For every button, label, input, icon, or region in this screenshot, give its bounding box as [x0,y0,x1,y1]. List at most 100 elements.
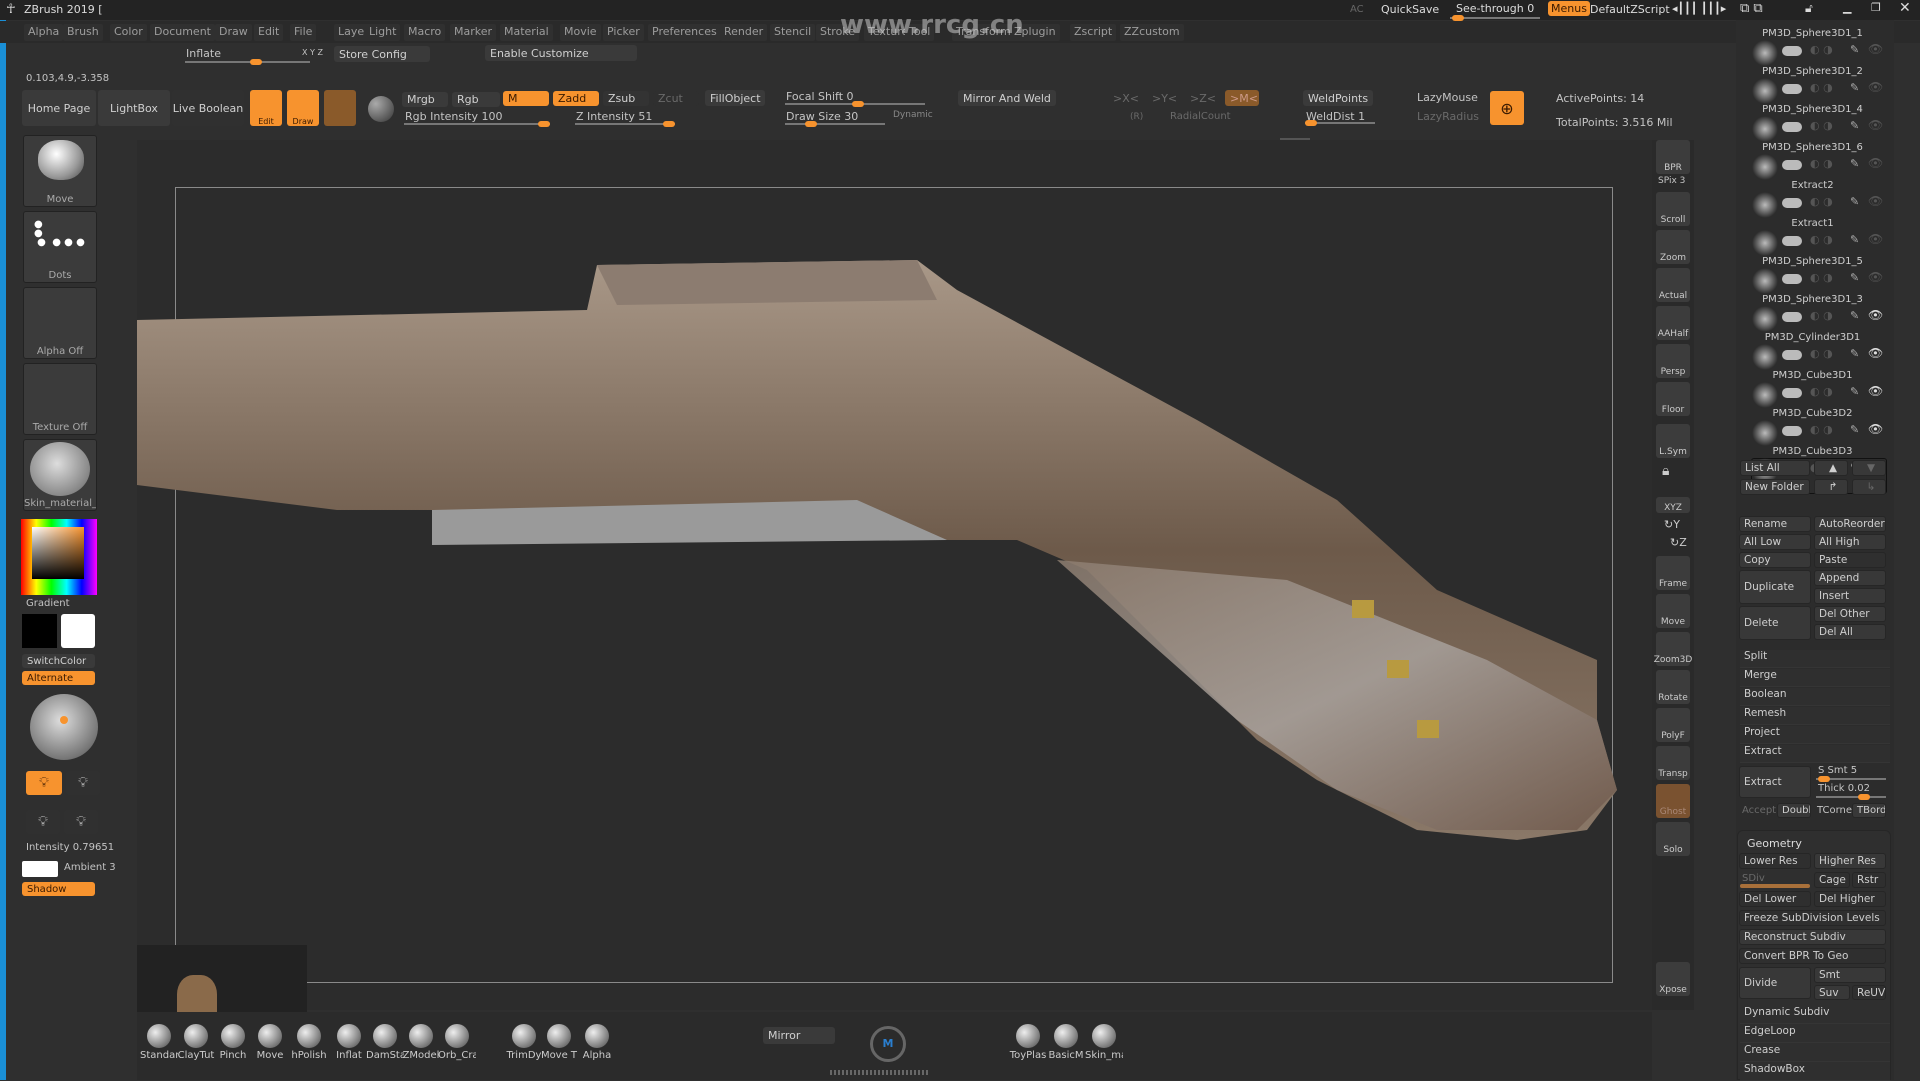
texture-selector[interactable]: Texture Off [23,363,97,435]
brush-selector[interactable]: Move [23,135,97,207]
subtool-polypaint-icon[interactable]: ◐ ◑ [1810,81,1833,94]
split-section[interactable]: Split [1740,650,1890,668]
menu-render[interactable]: Render [720,24,768,41]
cage-button[interactable]: Cage [1814,872,1850,888]
stroke-selector[interactable]: ● ● ● ● ● ● Dots [23,211,97,283]
subtool-brush-icon[interactable]: ✎ [1850,271,1859,284]
boolean-section[interactable]: Boolean [1740,688,1890,706]
main-color-swatch[interactable] [22,614,57,648]
subtool-visibility-toggle[interactable] [1782,426,1802,436]
brush-damsta[interactable]: DamSta [366,1024,404,1061]
delete-button[interactable]: Delete [1739,606,1811,640]
dynamic-toggle[interactable]: Dynamic [893,110,933,120]
menu-file[interactable]: File [290,24,317,41]
subtool-polypaint-icon[interactable]: ◐ ◑ [1810,309,1833,322]
subtool-polypaint-icon[interactable]: ◐ ◑ [1810,347,1833,360]
transp-button[interactable]: Transp [1656,746,1690,780]
color-square[interactable] [32,527,84,579]
subtool-polypaint-icon[interactable]: ◐ ◑ [1810,157,1833,170]
brush-orb_cra[interactable]: Orb_Cra [438,1024,476,1061]
subtool-visibility-toggle[interactable] [1782,388,1802,398]
lock-camera-icon[interactable]: 🔒︎ [1662,463,1669,479]
s-smt-slider[interactable]: S Smt 5 [1818,765,1857,776]
polyframe-button[interactable]: PolyF [1656,708,1690,742]
subtool-brush-icon[interactable]: ✎ [1850,81,1859,94]
brush-claytut[interactable]: ClayTut [177,1024,215,1061]
xyz-toggle[interactable]: X Y Z [302,48,323,57]
divide-button[interactable]: Divide [1739,967,1811,999]
move-up-arrow-icon[interactable]: ▲ [1814,460,1848,476]
switch-color-button[interactable]: SwitchColor [22,654,95,668]
secondary-color-swatch[interactable] [61,614,95,648]
ambient-color-swatch[interactable] [22,861,58,877]
m-sym-button[interactable]: >M< [1225,90,1259,106]
z-rotate-icon[interactable]: ↻Z [1670,536,1687,549]
alpha-selector[interactable]: Alpha Off [23,287,97,359]
project-section[interactable]: Project [1740,726,1890,744]
zcut-button[interactable]: Zcut [653,91,699,106]
ambient-slider[interactable]: Ambient 3 [64,862,116,873]
edit-button[interactable]: Edit [250,90,282,126]
move-mode-button[interactable] [324,90,356,126]
new-folder-button[interactable]: New Folder [1740,479,1810,495]
menu-marker[interactable]: Marker [450,24,497,41]
spix-slider[interactable]: SPix 3 [1658,176,1685,186]
local-symmetry-button[interactable]: L.Sym [1656,424,1690,458]
brush-standar[interactable]: Standar [140,1024,178,1061]
menu-zzcustom[interactable]: ZZcustom [1120,24,1184,41]
insert-button[interactable]: Insert [1814,588,1886,604]
tcorner-toggle[interactable]: TCorne [1817,805,1852,816]
home-page-button[interactable]: Home Page [22,90,96,126]
subtool-polypaint-icon[interactable]: ◐ ◑ [1810,271,1833,284]
mrgb-button[interactable]: Mrgb [402,92,448,107]
subtool-polypaint-icon[interactable]: ◐ ◑ [1810,43,1833,56]
lightbox-button[interactable]: LightBox [98,90,170,126]
freeze-subdivision-button[interactable]: Freeze SubDivision Levels [1739,910,1886,926]
subtool-brush-icon[interactable]: ✎ [1850,423,1859,436]
lower-res-button[interactable]: Lower Res [1739,853,1811,869]
subtool-visibility-toggle[interactable] [1782,122,1802,132]
menu-brush[interactable]: Brush [63,24,103,41]
convert-bpr-button[interactable]: Convert BPR To Geo [1739,948,1886,964]
subtool-polypaint-icon[interactable]: ◐ ◑ [1810,119,1833,132]
light-1-bulb-icon[interactable]: 💡︎ [26,771,62,795]
subtool-thumbnail[interactable] [1752,382,1778,408]
subtool-visibility-toggle[interactable] [1782,46,1802,56]
frame-button[interactable]: Frame [1656,556,1690,590]
subtool-thumbnail[interactable] [1752,154,1778,180]
mirror-button[interactable]: Mirror [763,1027,835,1044]
lazy-mouse-button[interactable]: LazyMouse [1417,91,1478,104]
sdiv-slider[interactable]: SDiv [1742,873,1765,884]
shadowbox-section[interactable]: ShadowBox [1740,1063,1890,1081]
z-sym-button[interactable]: >Z< [1190,92,1216,105]
rgb-intensity-knob[interactable] [538,121,550,127]
default-zscript-button[interactable]: DefaultZScript [1590,3,1670,16]
append-button[interactable]: Append [1814,570,1886,586]
move-view-button[interactable]: Move [1656,594,1690,628]
x-sym-button[interactable]: >X< [1113,92,1139,105]
eye-icon[interactable]: 👁︎ [1868,422,1883,436]
mirror-and-weld-button[interactable]: Mirror And Weld [958,90,1056,106]
del-lower-button[interactable]: Del Lower [1739,891,1811,907]
ghost-button[interactable]: Ghost [1656,784,1690,818]
zoom3d-button[interactable]: Zoom3D [1654,632,1692,666]
menu-edit[interactable]: Edit [254,24,284,41]
subtool-thumbnail[interactable] [1752,268,1778,294]
eye-icon[interactable]: 👁︎ [1868,232,1883,246]
subtool-thumbnail[interactable] [1752,306,1778,332]
autoreorder-button[interactable]: AutoReorder [1814,516,1886,532]
subtool-thumbnail[interactable] [1752,116,1778,142]
thick-slider[interactable]: Thick 0.02 [1818,783,1870,794]
reconstruct-subdiv-button[interactable]: Reconstruct Subdiv [1739,929,1886,945]
menu-preferences[interactable]: Preferences [648,24,721,41]
radial-count-slider[interactable]: RadialCount [1170,111,1231,122]
subtool-polypaint-icon[interactable]: ◐ ◑ [1810,233,1833,246]
del-other-button[interactable]: Del Other [1814,606,1886,622]
extract-section[interactable]: Extract [1740,745,1890,763]
material-toyplas[interactable]: ToyPlas [1009,1024,1047,1061]
higher-res-button[interactable]: Higher Res [1814,853,1886,869]
eye-icon[interactable]: 👁︎ [1868,384,1883,398]
geometry-title[interactable]: Geometry [1747,837,1802,850]
all-low-button[interactable]: All Low [1739,534,1811,550]
subtool-visibility-toggle[interactable] [1782,350,1802,360]
